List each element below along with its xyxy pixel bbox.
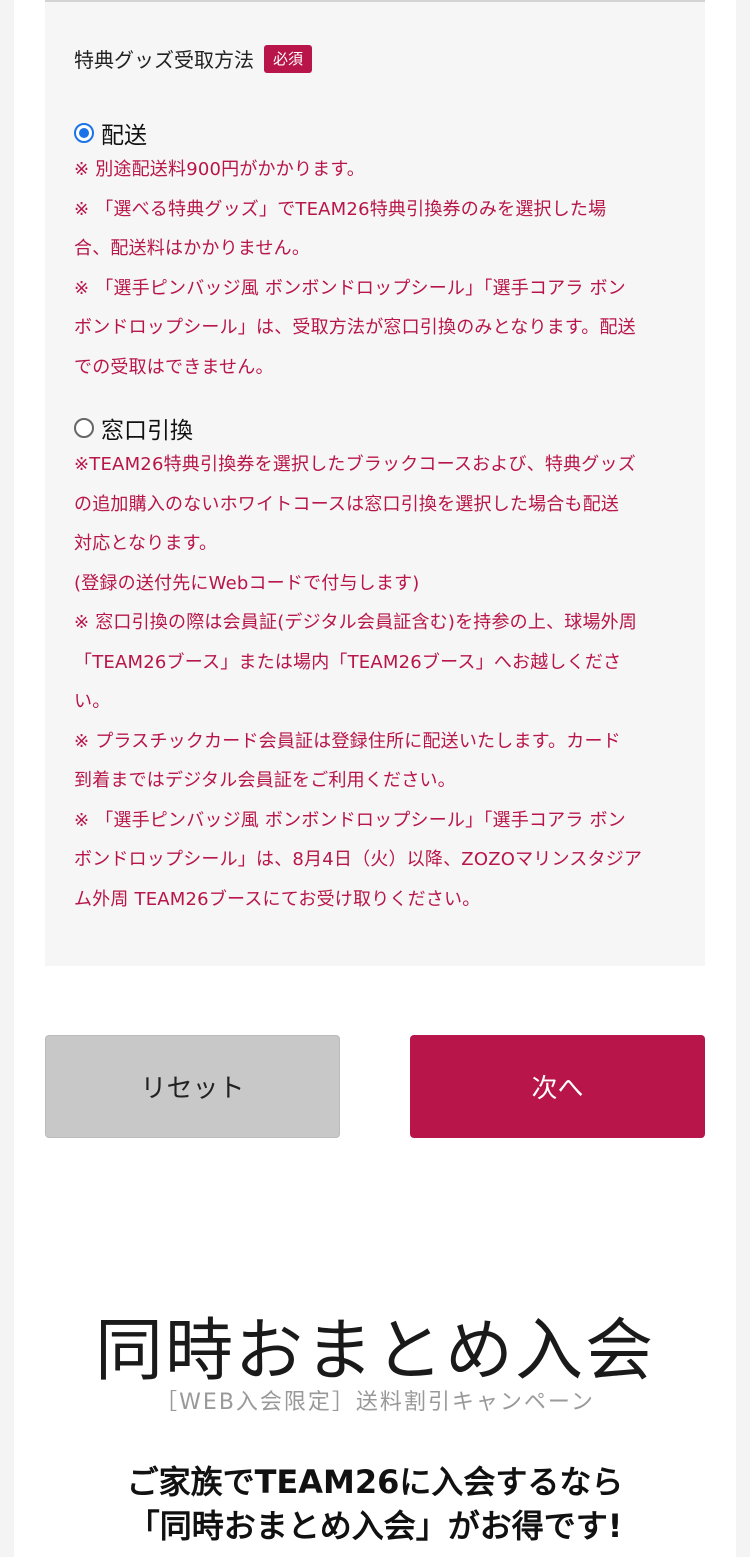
reset-button[interactable]: リセット: [45, 1035, 340, 1138]
form-panel: 特典グッズ受取方法 必須 配送 ※ 別途配送料900円がかかります。 ※ 「選べ…: [45, 0, 705, 966]
radio-counter[interactable]: [74, 418, 94, 438]
promo-heading-line1: ご家族でTEAM26に入会するなら: [126, 1463, 624, 1501]
page: 特典グッズ受取方法 必須 配送 ※ 別途配送料900円がかかります。 ※ 「選べ…: [0, 0, 750, 1557]
promo-subtitle: ［WEB入会限定］送料割引キャンペーン: [155, 1390, 595, 1415]
note-line: ※ 窓口引換の際は会員証(デジタル会員証含む)を持参の上、球場外周: [74, 612, 638, 633]
note-line: ※TEAM26特典引換券を選択したブラックコースおよび、特典グッズ: [74, 454, 636, 475]
option-counter-label: 窓口引換: [101, 418, 193, 444]
note-line: い。: [74, 691, 111, 712]
note-line: ※ 「選手ピンバッジ風 ボンボンドロップシール」「選手コアラ ボン: [74, 277, 626, 299]
option-delivery[interactable]: 配送 ※ 別途配送料900円がかかります。 ※ 「選べる特典グッズ」でTEAM2…: [74, 116, 684, 387]
next-button[interactable]: 次へ: [410, 1035, 705, 1138]
field-label: 特典グッズ受取方法: [74, 48, 254, 72]
field-label-row: 特典グッズ受取方法 必須: [74, 44, 313, 73]
option-delivery-label: 配送: [101, 123, 147, 149]
note-line: ※ 「選手ピンバッジ風 ボンボンドロップシール」「選手コアラ ボン: [74, 809, 626, 831]
note-line: での受取はできません。: [74, 356, 274, 378]
radio-delivery[interactable]: [74, 123, 94, 143]
note-line: (登録の送付先にWebコードで付与します): [74, 572, 420, 594]
note-line: ※ 別途配送料900円がかかります。: [74, 159, 365, 180]
required-badge: 必須: [264, 44, 313, 73]
note-line: ボンドロップシール」は、受取方法が窓口引換のみとなります。配送: [74, 317, 636, 338]
option-counter[interactable]: 窓口引換 ※TEAM26特典引換券を選択したブラックコースおよび、特典グッズ の…: [74, 411, 684, 919]
note-line: ム外周 TEAM26ブースにてお受け取りください。: [74, 888, 481, 910]
note-line: ボンドロップシール」は、8月4日（火）以降、ZOZOマリンスタジア: [74, 849, 643, 870]
option-delivery-head[interactable]: 配送: [74, 116, 684, 150]
note-line: ※ プラスチックカード会員証は登録住所に配送いたします。カード: [74, 730, 621, 752]
promo-heading: ご家族でTEAM26に入会するなら 「同時おまとめ入会」がお得です!: [0, 1460, 750, 1548]
promo-heading-line2: 「同時おまとめ入会」がお得です!: [127, 1507, 623, 1545]
note-line: 対応となります。: [74, 533, 218, 554]
note-line: 到着まではデジタル会員証をご利用ください。: [74, 770, 456, 791]
note-line: の追加購入のないホワイトコースは窓口引換を選択した場合も配送: [74, 493, 620, 515]
option-counter-head[interactable]: 窓口引換: [74, 411, 684, 445]
note-line: ※ 「選べる特典グッズ」でTEAM26特典引換券のみを選択した場: [74, 198, 607, 220]
option-delivery-notes: ※ 別途配送料900円がかかります。 ※ 「選べる特典グッズ」でTEAM26特典…: [74, 150, 684, 387]
note-line: 合、配送料はかかりません。: [74, 238, 311, 259]
note-line: 「TEAM26ブース」または場内「TEAM26ブース」へお越しくださ: [74, 651, 622, 673]
option-counter-notes: ※TEAM26特典引換券を選択したブラックコースおよび、特典グッズ の追加購入の…: [74, 445, 684, 919]
promo-title: 同時おまとめ入会: [94, 1312, 655, 1391]
